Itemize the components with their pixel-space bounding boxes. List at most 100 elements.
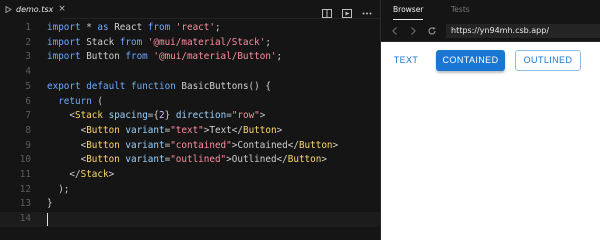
preview-pane: Browser Tests https://yn94mh.csb.app/ TE… bbox=[380, 0, 600, 240]
line-text: export default function BasicButtons() { bbox=[47, 80, 271, 95]
editor-tab-bar: demo.tsx × bbox=[0, 0, 380, 19]
line-number: 14 bbox=[19, 213, 31, 225]
typescript-file-icon bbox=[5, 5, 12, 13]
code-token: default bbox=[86, 80, 126, 92]
url-field[interactable]: https://yn94mh.csb.app/ bbox=[446, 24, 600, 38]
code-token: ); bbox=[47, 183, 70, 195]
code-token: * bbox=[80, 22, 98, 33]
code-token: from bbox=[125, 51, 148, 63]
line-text: return ( bbox=[47, 95, 103, 110]
line-number: 10 bbox=[19, 154, 31, 166]
line-text: <Button variant="contained">Contained</B… bbox=[47, 139, 339, 154]
outlined-button[interactable]: OUTLINED bbox=[515, 50, 581, 71]
code-token: > bbox=[108, 169, 115, 180]
code-token: < bbox=[47, 139, 87, 151]
code-token: export bbox=[47, 80, 81, 92]
code-token: } bbox=[47, 198, 53, 210]
code-token: Button bbox=[86, 124, 120, 136]
line-number: 12 bbox=[19, 183, 31, 195]
code-token: Stack bbox=[80, 36, 120, 48]
code-token: React bbox=[108, 22, 148, 33]
line-number: 9 bbox=[25, 139, 31, 151]
code-token: Button bbox=[80, 51, 126, 63]
contained-button[interactable]: CONTAINED bbox=[436, 50, 505, 71]
code-token: Button bbox=[242, 124, 277, 136]
code-token: Button bbox=[298, 139, 333, 151]
code-token: BasicButtons() { bbox=[175, 80, 271, 92]
code-line[interactable]: 8 <Button variant="text">Text</Button> bbox=[0, 124, 380, 139]
file-tab-demo[interactable]: demo.tsx × bbox=[0, 0, 66, 19]
code-line[interactable]: 4 bbox=[0, 65, 380, 80]
code-token: ={ bbox=[147, 110, 159, 122]
code-token: Stack bbox=[75, 110, 103, 122]
code-token: as bbox=[97, 22, 109, 33]
code-area[interactable]: 1 import * as React from 'react'; 2 import … bbox=[0, 19, 380, 240]
code-token: "outlined" bbox=[170, 154, 227, 166]
code-token: import bbox=[47, 51, 81, 63]
line-text: import Stack from '@mui/material/Stack'; bbox=[47, 36, 271, 51]
code-line[interactable]: 12 ); bbox=[0, 183, 380, 198]
preview-tab-bar: Browser Tests bbox=[381, 0, 600, 20]
more-icon[interactable] bbox=[361, 4, 373, 15]
line-text: } bbox=[47, 197, 53, 212]
code-token: function bbox=[131, 80, 176, 92]
preview-icon[interactable] bbox=[341, 4, 353, 18]
text-button[interactable]: TEXT bbox=[387, 50, 425, 71]
code-token: import bbox=[47, 36, 81, 48]
code-line[interactable]: 9 <Button variant="contained">Contained<… bbox=[0, 139, 380, 154]
text-cursor bbox=[47, 213, 48, 227]
code-token: > bbox=[259, 110, 266, 122]
code-token: ; bbox=[214, 22, 221, 33]
code-line[interactable]: 7 <Stack spacing={2} direction="row"> bbox=[0, 109, 380, 124]
code-token: spacing bbox=[108, 110, 148, 122]
code-token: </ bbox=[47, 169, 81, 180]
code-token: >Contained</ bbox=[231, 139, 299, 151]
code-token: Button bbox=[86, 154, 120, 166]
code-token: > bbox=[276, 124, 283, 136]
code-line[interactable]: 11 </Stack> bbox=[0, 168, 380, 183]
code-line[interactable]: 6 return ( bbox=[0, 95, 380, 110]
code-line[interactable]: 3 import Button from '@mui/material/Butto… bbox=[0, 50, 380, 65]
line-text: import Button from '@mui/material/Button… bbox=[47, 50, 282, 65]
line-number: 8 bbox=[25, 124, 31, 136]
code-token: ; bbox=[265, 36, 271, 48]
code-line[interactable]: 1 import * as React from 'react'; bbox=[0, 21, 380, 36]
back-arrow-icon[interactable] bbox=[390, 25, 400, 37]
code-line[interactable]: 13} bbox=[0, 197, 380, 212]
tab-tests[interactable]: Tests bbox=[451, 0, 470, 20]
code-token: >Text</ bbox=[203, 124, 243, 136]
code-token: > bbox=[332, 139, 339, 151]
url-bar: https://yn94mh.csb.app/ bbox=[381, 20, 600, 42]
code-token: < bbox=[47, 154, 87, 166]
code-token: Button bbox=[287, 154, 322, 166]
code-line[interactable]: 14 bbox=[0, 212, 380, 227]
forward-arrow-icon[interactable] bbox=[408, 25, 418, 37]
code-token: "contained" bbox=[170, 139, 232, 151]
code-token: < bbox=[47, 110, 75, 122]
close-icon[interactable]: × bbox=[58, 4, 66, 14]
code-token: return bbox=[58, 95, 92, 107]
code-editor: demo.tsx × 1 import * as React from 'reac… bbox=[0, 0, 380, 240]
code-token: < bbox=[47, 124, 87, 136]
code-token: > bbox=[321, 154, 327, 166]
code-line[interactable]: 5 export default function BasicButtons() … bbox=[0, 80, 380, 95]
code-token: import bbox=[47, 22, 81, 33]
line-number: 13 bbox=[19, 198, 31, 210]
line-number: 3 bbox=[25, 51, 31, 63]
line-text: ); bbox=[47, 183, 69, 198]
line-number: 11 bbox=[19, 169, 31, 180]
code-token: direction bbox=[175, 110, 227, 122]
code-token: variant bbox=[125, 139, 165, 151]
code-token: "text" bbox=[170, 124, 204, 136]
code-line[interactable]: 10 <Button variant="outlined">Outlined</… bbox=[0, 153, 380, 168]
line-text: import * as React from 'react'; bbox=[47, 21, 221, 36]
code-token: Stack bbox=[80, 169, 109, 180]
line-text: <Button variant="text">Text</Button> bbox=[47, 124, 283, 139]
code-line[interactable]: 2 import Stack from '@mui/material/Stack'… bbox=[0, 36, 380, 51]
split-editor-icon[interactable] bbox=[321, 4, 333, 18]
tab-browser[interactable]: Browser bbox=[393, 0, 424, 20]
code-token: variant bbox=[125, 124, 165, 136]
line-number: 2 bbox=[25, 36, 31, 48]
reload-icon[interactable] bbox=[427, 25, 437, 37]
